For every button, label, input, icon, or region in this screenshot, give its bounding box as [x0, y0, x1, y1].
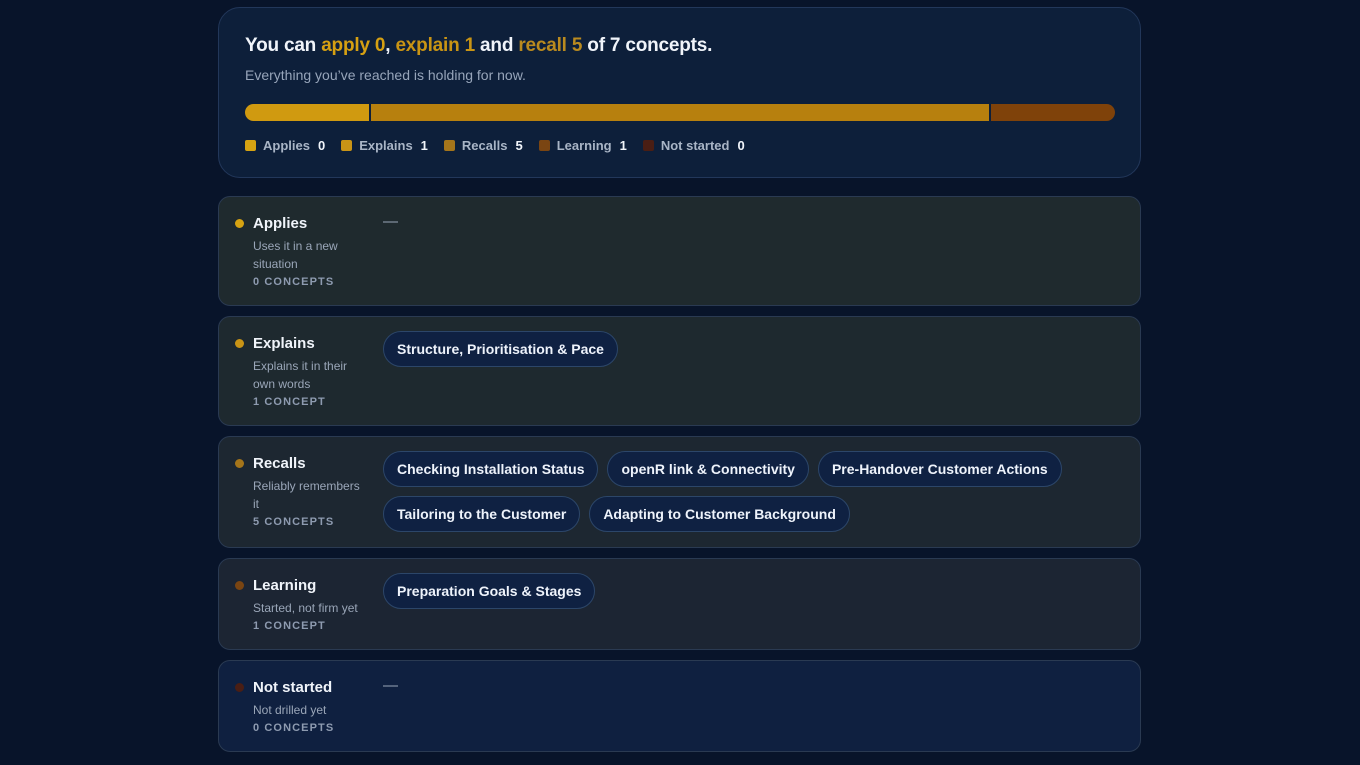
- concept-chip-list: Structure, Prioritisation & Pace: [383, 331, 1123, 367]
- level-title-line: Applies: [235, 213, 365, 233]
- legend-item-not-started: Not started 0: [642, 138, 745, 153]
- empty-placeholder: —: [383, 677, 398, 694]
- level-title: Not started: [253, 678, 333, 696]
- level-header: Recalls Reliably remembers it 5 CONCEPTS: [235, 453, 365, 528]
- concept-chip-list: Checking Installation Status openR link &…: [383, 451, 1123, 532]
- level-concept-count: 1 CONCEPT: [253, 396, 326, 408]
- level-header: Applies Uses it in a new situation 0 CONCE…: [235, 213, 365, 288]
- headline-apply-count: apply 0: [321, 35, 386, 56]
- headline-suffix: of 7 concepts.: [582, 35, 713, 56]
- summary-subtitle: Everything you’ve reached is holding for…: [245, 67, 526, 83]
- legend-label: Recalls: [461, 138, 508, 153]
- legend-label: Applies: [263, 138, 310, 153]
- level-title-line: Learning: [235, 575, 365, 595]
- legend-item-learning: Learning 1: [538, 138, 627, 153]
- legend-swatch: [245, 140, 256, 151]
- concept-chip[interactable]: Structure, Prioritisation & Pace: [383, 331, 618, 367]
- legend-swatch: [642, 140, 654, 151]
- level-row-learning: Learning Started, not firm yet 1 CONCEPT Pr…: [218, 558, 1141, 650]
- level-description: Uses it in a new situation: [253, 239, 338, 271]
- progress-segment-explains: [245, 104, 369, 121]
- legend-item-explains: Explains 1: [341, 138, 428, 153]
- mastery-panel: You can apply 0, explain 1 and recall 5 …: [218, 7, 1141, 752]
- legend-count: 1: [420, 138, 428, 153]
- headline-recall-count: recall 5: [518, 35, 583, 56]
- legend-count: 1: [619, 138, 627, 153]
- legend-swatch: [341, 140, 353, 151]
- concept-chip[interactable]: Checking Installation Status: [383, 451, 599, 487]
- level-dot-icon: [235, 580, 244, 590]
- concept-chip[interactable]: Adapting to Customer Background: [589, 496, 850, 532]
- level-title: Learning: [253, 576, 317, 594]
- mastery-progress-bar: [245, 104, 1115, 121]
- legend-count: 0: [317, 138, 326, 153]
- concept-chip[interactable]: openR link & Connectivity: [607, 451, 809, 487]
- legend-label: Not started: [660, 138, 730, 153]
- level-row-explains: Explains Explains it in their own words 1 …: [218, 316, 1141, 426]
- mastery-legend: Applies 0 Explains 1 Recalls 5 Learning 1 Not st…: [245, 138, 745, 153]
- level-concept-count: 5 CONCEPTS: [253, 516, 335, 528]
- level-title-line: Not started: [235, 677, 365, 697]
- legend-count: 5: [515, 138, 523, 153]
- level-title-line: Recalls: [235, 453, 365, 473]
- summary-headline: You can apply 0, explain 1 and recall 5 …: [245, 34, 1114, 58]
- level-concept-count: 0 CONCEPTS: [253, 276, 335, 288]
- progress-segment-learning: [991, 104, 1115, 121]
- level-description: Explains it in their own words: [253, 359, 348, 391]
- legend-swatch: [538, 140, 550, 151]
- level-title-line: Explains: [235, 333, 365, 353]
- level-header: Not started Not drilled yet 0 CONCEPTS: [235, 677, 365, 734]
- concept-chip[interactable]: Preparation Goals & Stages: [383, 573, 596, 609]
- legend-item-applies: Applies 0: [245, 138, 325, 153]
- legend-swatch: [443, 140, 455, 151]
- progress-segment-recalls: [370, 104, 990, 121]
- headline-prefix: You can: [245, 35, 322, 56]
- level-title: Applies: [253, 214, 308, 232]
- level-concept-count: 1 CONCEPT: [253, 620, 326, 632]
- level-row-recalls: Recalls Reliably remembers it 5 CONCEPTS Ch…: [218, 436, 1141, 548]
- level-title: Explains: [253, 334, 315, 352]
- level-row-applies: Applies Uses it in a new situation 0 CONCE…: [218, 196, 1141, 306]
- legend-label: Explains: [359, 138, 413, 153]
- headline-explain-count: explain 1: [395, 35, 475, 56]
- legend-count: 0: [737, 138, 745, 153]
- level-header: Explains Explains it in their own words 1 …: [235, 333, 365, 408]
- level-dot-icon: [235, 682, 244, 692]
- legend-label: Learning: [556, 138, 612, 153]
- headline-separator: and: [474, 35, 519, 56]
- summary-card: You can apply 0, explain 1 and recall 5 …: [218, 7, 1141, 178]
- level-description: Not drilled yet: [253, 703, 327, 717]
- level-row-not-started: Not started Not drilled yet 0 CONCEPTS —: [218, 660, 1141, 752]
- headline-separator: ,: [385, 35, 396, 56]
- concept-chip-list: Preparation Goals & Stages: [383, 573, 1123, 609]
- level-dot-icon: [235, 218, 244, 228]
- level-description: Started, not firm yet: [253, 601, 358, 615]
- legend-item-recalls: Recalls 5: [443, 138, 523, 153]
- empty-placeholder: —: [383, 213, 398, 230]
- level-concept-count: 0 CONCEPTS: [253, 722, 335, 734]
- concept-chip[interactable]: Pre-Handover Customer Actions: [817, 451, 1062, 487]
- level-header: Learning Started, not firm yet 1 CONCEPT: [235, 575, 365, 632]
- level-title: Recalls: [253, 454, 306, 472]
- level-description: Reliably remembers it: [253, 479, 360, 511]
- level-dot-icon: [235, 458, 244, 468]
- level-dot-icon: [235, 338, 244, 348]
- concept-chip[interactable]: Tailoring to the Customer: [383, 496, 581, 532]
